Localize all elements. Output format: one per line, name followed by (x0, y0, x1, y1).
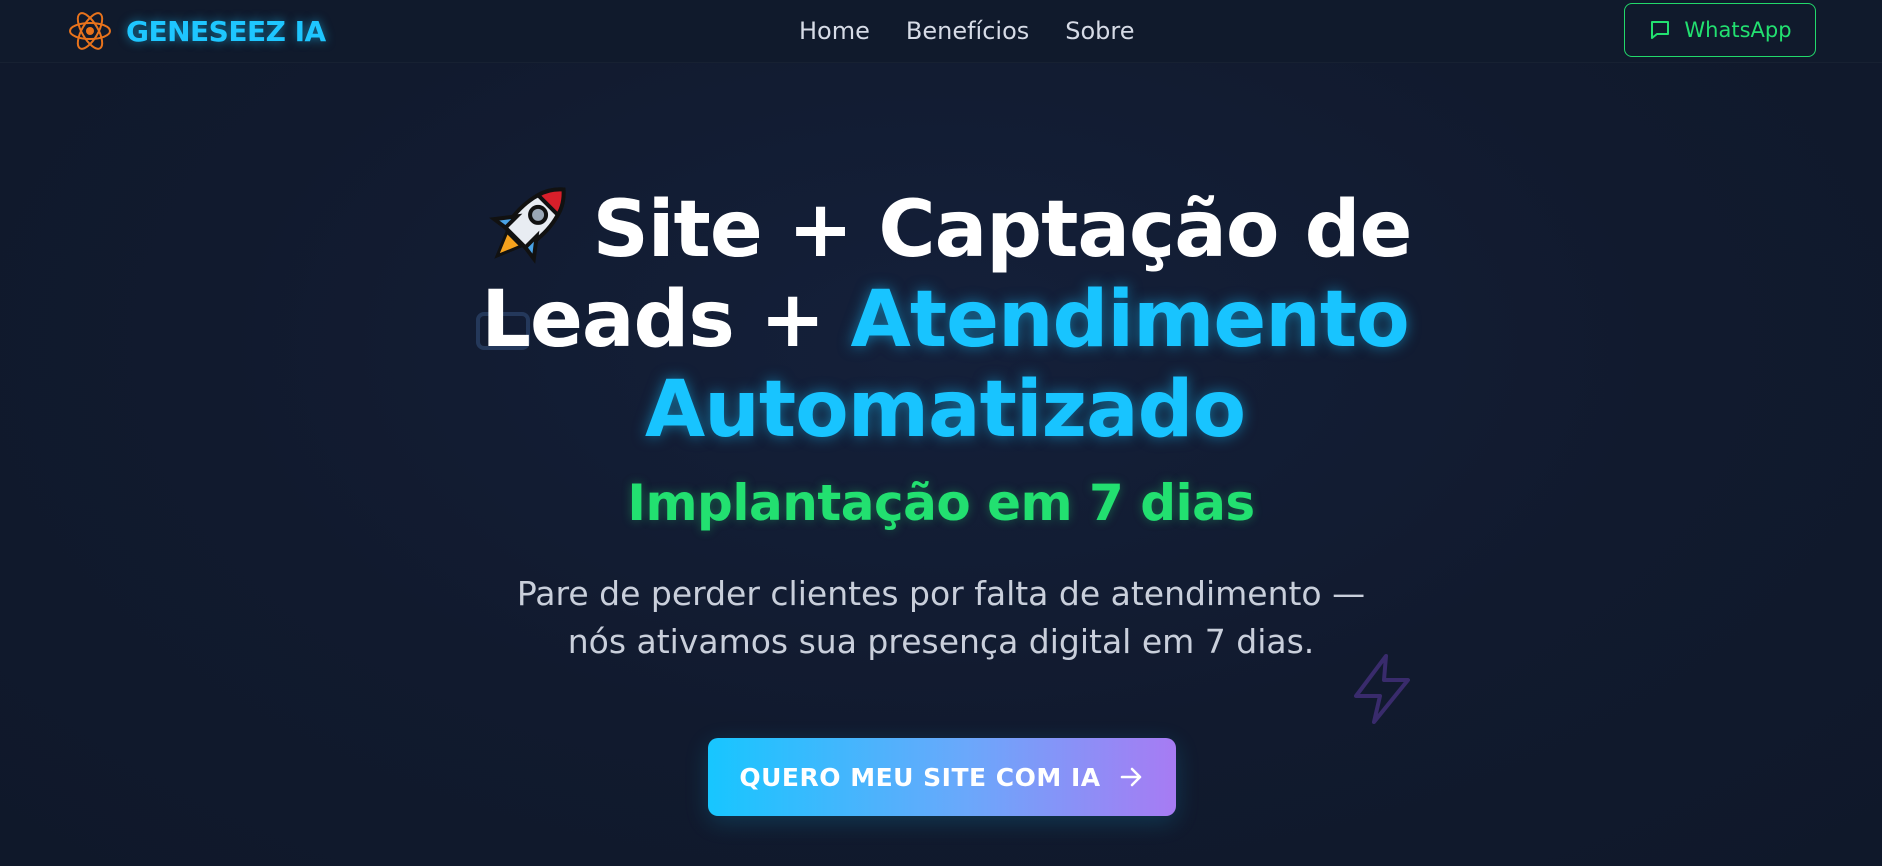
cta-label: QUERO MEU SITE COM IA (739, 762, 1101, 792)
hero-title: Site + Captação de Leads + Atendimento A… (440, 170, 1450, 455)
arrow-right-icon (1117, 763, 1145, 791)
site-header: GENESEEZ IA Home Benefícios Sobre WhatsA… (0, 0, 1882, 63)
nav-item-home[interactable]: Home (799, 14, 870, 48)
title-line2-white: Leads + (481, 275, 851, 365)
hero-description: Pare de perder clientes por falta de ate… (440, 570, 1442, 666)
hero-subtitle: Implantação em 7 dias (627, 474, 1255, 532)
cta-button[interactable]: QUERO MEU SITE COM IA (708, 738, 1176, 816)
title-line3-accent: Automatizado (644, 365, 1246, 455)
description-line1: Pare de perder clientes por falta de ate… (516, 574, 1366, 613)
rocket-icon (479, 170, 583, 274)
nav-item-beneficios[interactable]: Benefícios (906, 14, 1029, 48)
landing-page: GENESEEZ IA Home Benefícios Sobre WhatsA… (0, 0, 1882, 866)
whatsapp-label: WhatsApp (1684, 18, 1792, 42)
title-line2-accent: Atendimento (850, 275, 1409, 365)
title-line1: Site + Captação de (592, 185, 1413, 275)
description-line2: nós ativamos sua presença digital em 7 d… (567, 622, 1315, 661)
chat-bubble-icon (1648, 18, 1672, 42)
whatsapp-button[interactable]: WhatsApp (1624, 3, 1816, 57)
main-nav: Home Benefícios Sobre (799, 14, 1135, 48)
brand-logo[interactable]: GENESEEZ IA (66, 6, 326, 56)
brand-name: GENESEEZ IA (126, 14, 326, 48)
nav-item-sobre[interactable]: Sobre (1065, 14, 1134, 48)
atom-icon (66, 7, 114, 55)
